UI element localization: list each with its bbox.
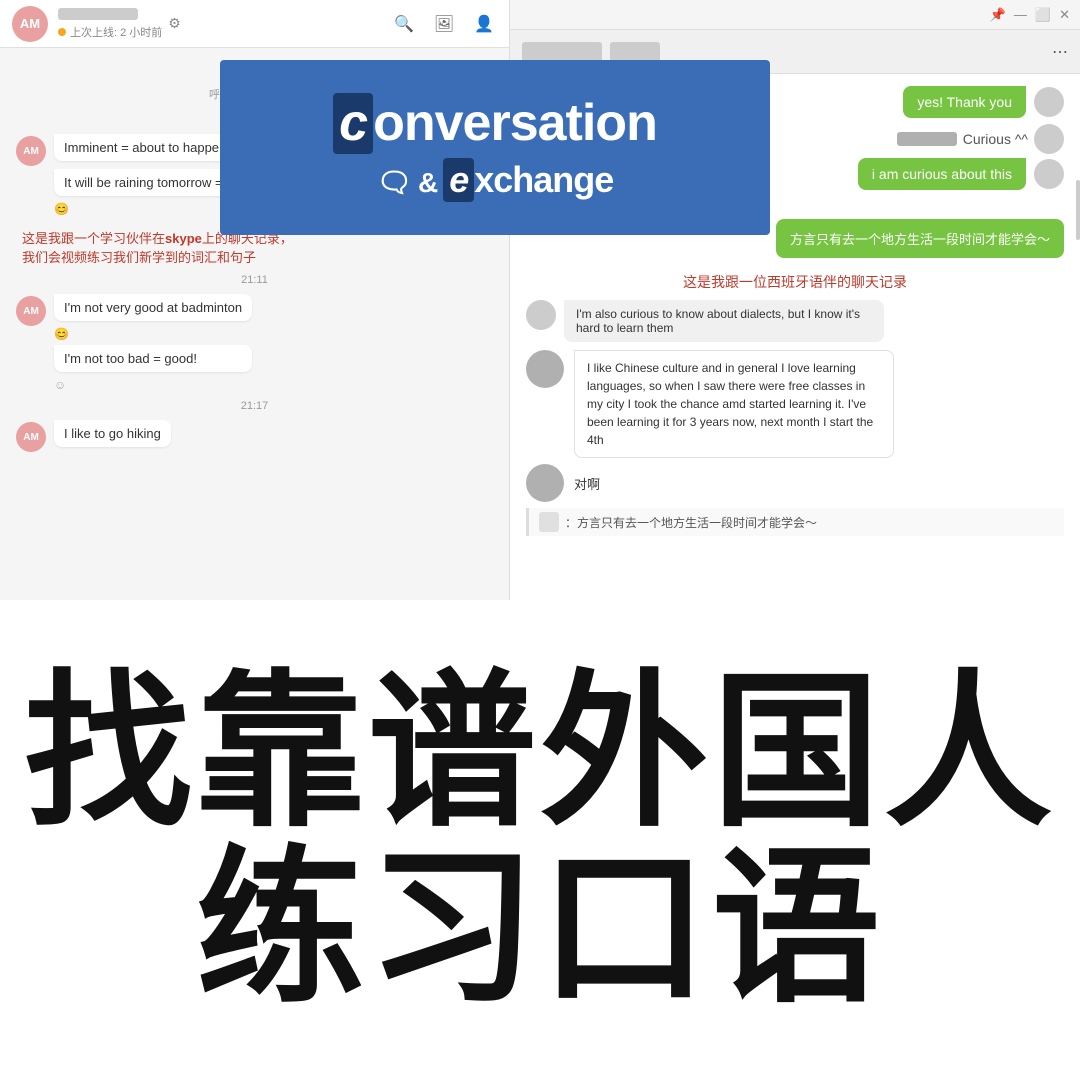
contact-blur-2 [610,42,660,62]
big-chinese-text: 找靠谱外国人 练习口语 [24,664,1056,1017]
duia-text: 对啊 [574,474,600,493]
pin-icon[interactable]: 📌 [990,7,1006,23]
minimize-icon[interactable]: — [1014,7,1027,23]
bottom-section: 找靠谱外国人 练习口语 [0,600,1080,1080]
also-avatar [526,300,556,330]
also-curious-wrap: I'm also curious to know about dialects,… [526,300,1064,342]
avatar: AM [12,6,48,42]
msg-row-2: AM I'm not very good at badminton 😊 I'm … [16,294,493,392]
bracket-c: c [333,93,373,154]
ce-title-line1: conversation [333,93,657,154]
bracket-e: e [443,158,474,202]
avatar-blur-1 [1034,87,1064,117]
spanish-section: I like Chinese culture and in general I … [526,350,1064,458]
online-dot [58,28,66,36]
scrollbar[interactable] [1076,180,1080,240]
curious-blur [897,132,957,146]
emoji-react-2: 😊 [54,327,252,341]
also-curious-bubble: I'm also curious to know about dialects,… [564,300,884,342]
msg-bubble-3: I'm not very good at badminton [54,294,252,321]
stacked-bubbles-2: I'm not very good at badminton 😊 I'm not… [54,294,252,392]
timestamp-4: 21:17 [16,400,493,412]
bubble-yes: yes! Thank you [903,86,1026,118]
ce-banner: conversation 🗨 &exchange [220,60,770,235]
duia-avatar [526,464,564,502]
photo-icon[interactable]: 🖼 [430,10,458,38]
title-bar: AM 上次上线: 2 小时前 ⚙ 🔍 🖼 👤 [0,0,510,48]
maximize-icon[interactable]: ⬜ [1035,7,1051,23]
user-info: 上次上线: 2 小时前 [58,8,162,40]
bottom-quote: ：方言只有去一个地方生活一段时间才能学会～ [526,508,1064,536]
curious-avatar [1034,124,1064,154]
spanish-avatar [526,350,564,388]
spanish-bubble: I like Chinese culture and in general I … [574,350,894,458]
contact-blur-1 [522,42,602,62]
red-annotation-right: 这是我跟一位西班牙语伴的聊天记录 [526,272,1064,292]
search-icon[interactable]: 🔍 [390,10,418,38]
avatar-am-1: AM [16,136,46,166]
emoji-react-3: ☺ [54,378,252,392]
rt-icons: ⋯ [1052,42,1068,62]
avatar-am-3: AM [16,422,46,452]
msg-bubble-4: I'm not too bad = good! [54,345,252,372]
bubble-curious: i am curious about this [858,158,1026,190]
close-icon[interactable]: ✕ [1059,7,1070,23]
bq-icon [539,512,559,532]
ce-title-line2: 🗨 &exchange [333,158,657,202]
window-chrome: 📌 — ⬜ ✕ [510,0,1080,30]
avatar-blur-2 [1034,159,1064,189]
big-line-2: 练习口语 [24,840,1056,1016]
msg-bubble-5: I like to go hiking [54,420,171,447]
online-status: 上次上线: 2 小时前 [58,24,162,40]
duia-row: 对啊 [526,464,1064,502]
curious-text: Curious ^^ [963,131,1028,147]
avatar-am-2: AM [16,296,46,326]
bottom-quote-text: ：方言只有去一个地方生活一段时间才能学会～ [565,514,817,531]
more-icon[interactable]: ⋯ [1052,42,1068,62]
profile-icon[interactable]: 👤 [470,10,498,38]
gear-icon[interactable]: ⚙ [168,15,181,32]
ce-banner-inner: conversation 🗨 &exchange [333,93,657,202]
stacked-bubbles-3: I like to go hiking [54,420,171,447]
win-icons: 📌 — ⬜ ✕ [990,7,1070,23]
timestamp-3: 21:11 [16,274,493,286]
big-line-1: 找靠谱外国人 [24,664,1056,840]
msg-row-3: AM I like to go hiking [16,420,493,452]
top-section: AM 上次上线: 2 小时前 ⚙ 🔍 🖼 👤 20:51 呼叫 38 分钟 11… [0,0,1080,600]
dialect-bubble: 方言只有去一个地方生活一段时间才能学会～ [776,219,1064,258]
username-blur [58,8,138,20]
title-bar-icons: 🔍 🖼 👤 [390,10,498,38]
